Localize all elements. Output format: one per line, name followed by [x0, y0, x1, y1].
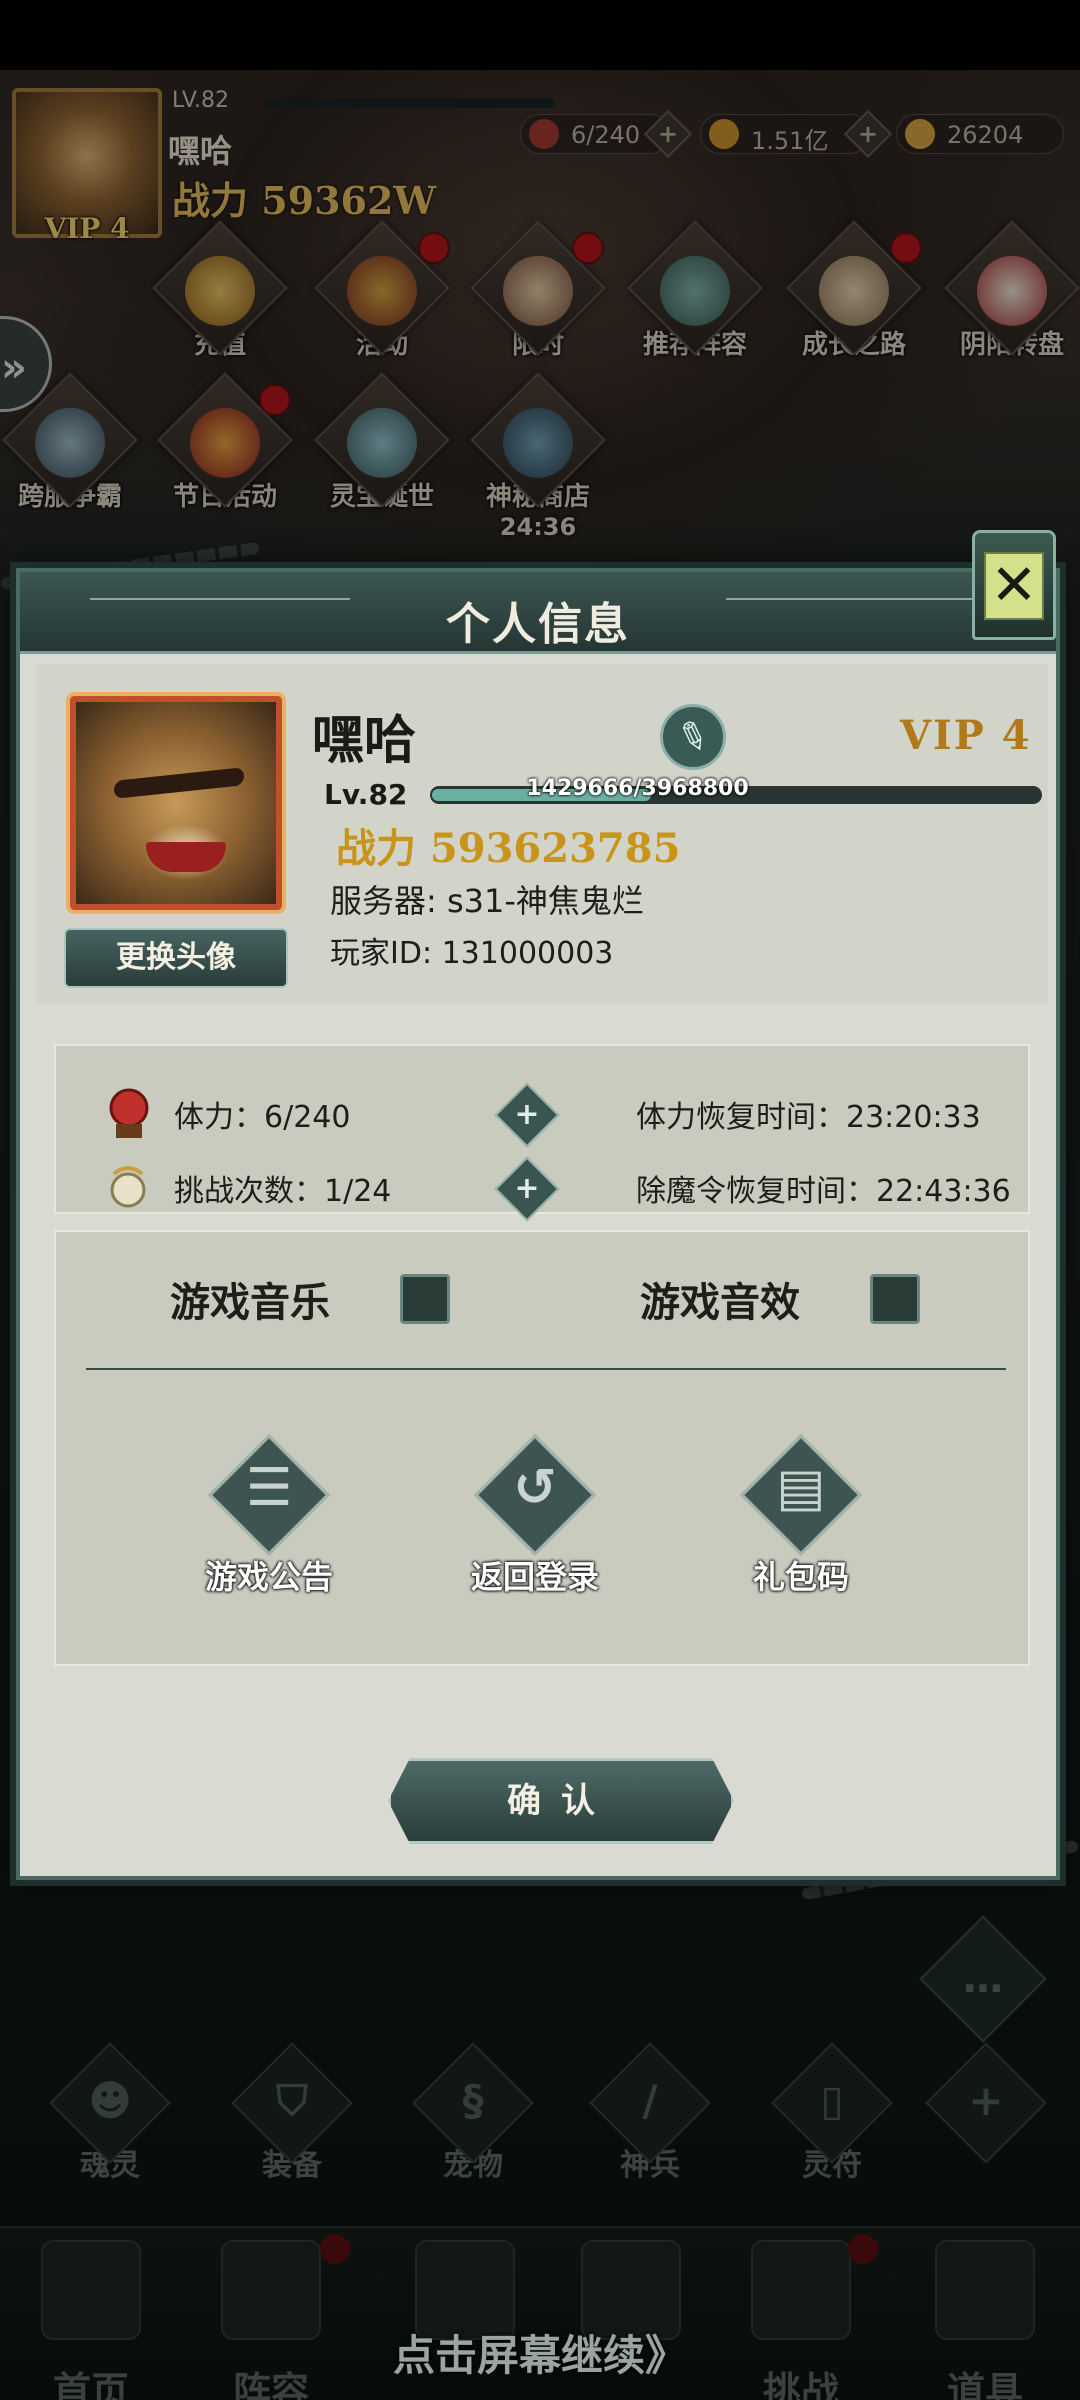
close-button[interactable]: ✕	[972, 530, 1056, 640]
player-level: Lv.82	[324, 778, 408, 811]
plus-icon: +	[514, 1171, 540, 1206]
add-challenge-button[interactable]: +	[494, 1156, 560, 1222]
notice-board-icon: ☰	[245, 1458, 293, 1518]
refresh-icon: ↺	[513, 1458, 557, 1518]
gift-code-button[interactable]: ▤ 礼包码	[716, 1434, 886, 1602]
return-login-button[interactable]: ↺ 返回登录	[450, 1434, 620, 1602]
sfx-label: 游戏音效	[640, 1279, 800, 1326]
stats-panel: 体力：6/240 + 体力恢复时间：23:20:33 挑战次数：1/24 + 除…	[54, 1044, 1030, 1222]
challenge-icon	[106, 1160, 152, 1214]
dialog-title: 个人信息	[446, 599, 630, 650]
add-stamina-button[interactable]: +	[494, 1082, 560, 1148]
action-label: 游戏公告	[204, 1558, 333, 1596]
combat-power: 战力 593623785	[336, 825, 681, 872]
settings-panel: 游戏音乐 游戏音效 ☰ 游戏公告 ↺ 返回登录 ▤ 礼包码	[54, 1230, 1030, 1666]
stamina-label: 体力：6/240	[174, 1100, 351, 1135]
server-info: 服务器: s31-神焦鬼烂	[330, 882, 644, 920]
plus-icon: +	[514, 1097, 540, 1132]
confirm-button[interactable]: 确认	[388, 1758, 734, 1844]
stamina-icon	[106, 1086, 152, 1140]
vip-level: VIP 4	[900, 712, 1032, 759]
player-name: 嘿哈	[312, 710, 417, 771]
pencil-icon: ✎	[670, 710, 716, 764]
tap-to-continue[interactable]: 点击屏幕继续》	[0, 2322, 1080, 2383]
music-checkbox[interactable]	[400, 1274, 450, 1324]
xp-text: 1429666/3968800	[526, 776, 749, 801]
document-icon: ▤	[776, 1458, 826, 1518]
stamina-row: 体力：6/240 + 体力恢复时间：23:20:33	[56, 1082, 1028, 1148]
token-recovery-time: 除魔令恢复时间：22:43:36	[636, 1174, 1011, 1209]
player-id: 玩家ID: 131000003	[330, 936, 614, 971]
stamina-recovery-time: 体力恢复时间：23:20:33	[636, 1100, 981, 1135]
action-label: 礼包码	[752, 1558, 849, 1596]
personal-info-dialog: 个人信息 更换头像 嘿哈 ✎ VIP 4 Lv.82 1429666/39688…	[16, 568, 1060, 1880]
dialog-header: 个人信息	[20, 572, 1056, 654]
change-avatar-button[interactable]: 更换头像	[64, 928, 288, 988]
action-label: 返回登录	[470, 1558, 599, 1596]
sfx-checkbox[interactable]	[870, 1274, 920, 1324]
edit-name-button[interactable]: ✎	[660, 704, 726, 770]
player-avatar	[66, 692, 286, 914]
challenge-label: 挑战次数：1/24	[174, 1174, 392, 1209]
announcement-button[interactable]: ☰ 游戏公告	[184, 1434, 354, 1602]
close-icon: ✕	[990, 553, 1038, 618]
challenge-row: 挑战次数：1/24 + 除魔令恢复时间：22:43:36	[56, 1156, 1028, 1222]
music-label: 游戏音乐	[170, 1279, 330, 1326]
divider	[86, 1368, 1006, 1370]
